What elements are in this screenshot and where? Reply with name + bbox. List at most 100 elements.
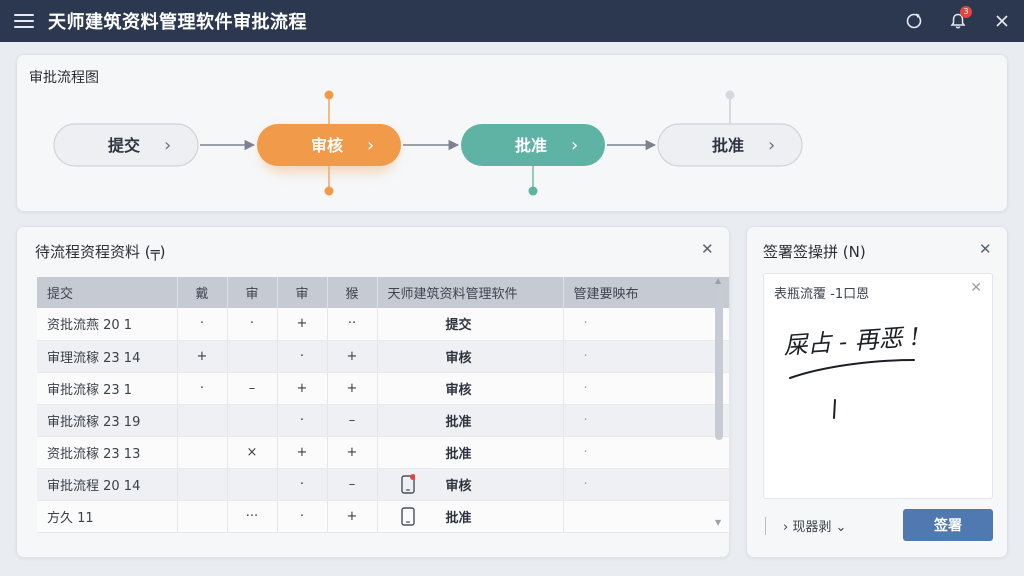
mark-cell: ·: [277, 468, 328, 501]
stage-label: 批准: [445, 414, 472, 430]
mark-cell: +: [277, 372, 328, 405]
mark-cell: ·: [177, 308, 228, 341]
table-scrollbar[interactable]: ▲ ▼: [713, 276, 725, 528]
document-name-cell: 审批流程 20 14: [37, 468, 178, 501]
column-header[interactable]: 猴: [327, 277, 378, 308]
column-header[interactable]: 审: [227, 277, 278, 308]
mark-cell: –: [327, 468, 378, 501]
notifications-button[interactable]: 3: [936, 0, 980, 42]
mark-cell: [227, 340, 278, 373]
flow-node-label: 提交: [108, 136, 140, 155]
notification-badge: 3: [960, 6, 972, 18]
table-row[interactable]: 资批流稼 23 13 × + + 批准 ·: [37, 436, 730, 469]
column-header[interactable]: 天师建筑资料管理软件: [377, 277, 564, 308]
flow-connector-dot: [324, 90, 334, 100]
app-title: 天师建筑资料管理软件审批流程: [48, 12, 307, 33]
mark-cell: ·: [277, 500, 328, 533]
status-cell: ·: [563, 404, 730, 437]
column-header[interactable]: 戴: [177, 277, 228, 308]
menu-icon[interactable]: [14, 14, 34, 28]
sign-button[interactable]: 签署: [903, 509, 993, 541]
mark-cell: [227, 468, 278, 501]
mark-cell: ·: [227, 308, 278, 341]
stage-label: 提交: [445, 318, 472, 334]
flow-node-label: 批准: [712, 136, 744, 155]
mark-cell: ·: [277, 340, 328, 373]
stage-label: 审核: [445, 478, 472, 494]
signature-panel: 签署签操拼 (N) ✕ 表瓶流覆 -1口恩 ✕ 屎占 - 再恶 ! › 现器剥 …: [746, 226, 1008, 558]
table-row[interactable]: 资批流燕 20 1 · · + ·· 提交 ·: [37, 308, 730, 341]
flow-connector-dot: [528, 186, 538, 196]
stage-label: 批准: [445, 510, 472, 526]
flow-connector-dot: [725, 90, 735, 100]
phone-alert-icon: [388, 474, 428, 494]
status-cell: ·: [563, 340, 730, 373]
stage-label: 审核: [445, 382, 472, 398]
table-row[interactable]: 方久 11 ··· · + 批准: [37, 500, 730, 533]
title-bar: 天师建筑资料管理软件审批流程 3: [0, 0, 1024, 42]
stage-label: 批准: [445, 446, 472, 462]
table-header-row: 提交戴审审猴天师建筑资料管理软件 管建要映布: [37, 277, 730, 308]
stage-cell: 批准: [377, 404, 564, 437]
scroll-down-icon[interactable]: ▼: [715, 518, 721, 527]
status-cell: ·: [563, 308, 730, 341]
window-close-button[interactable]: [980, 0, 1024, 42]
document-list-panel: 待流程资程资料 (╤) ✕ 提交戴审审猴天师建筑资料管理软件 管建要映布 资批流燕…: [16, 226, 730, 558]
mark-cell: ··: [327, 308, 378, 341]
flow-node-label: 批准: [515, 136, 547, 155]
chevron-right-icon: ›: [571, 135, 578, 156]
phone-icon: [388, 506, 428, 526]
signature-pad[interactable]: 表瓶流覆 -1口恩 ✕ 屎占 - 再恶 !: [763, 273, 993, 499]
mark-cell: +: [277, 308, 328, 341]
document-name-cell: 资批流稼 23 13: [37, 436, 178, 469]
column-header[interactable]: 管建要映布: [563, 277, 730, 308]
table-row[interactable]: 审理流稼 23 14 + · + 审核 ·: [37, 340, 730, 373]
document-panel-close-icon[interactable]: ✕: [701, 240, 714, 258]
mark-cell: [177, 436, 228, 469]
mark-cell: +: [327, 500, 378, 533]
flow-diagram: 提交 › 审核 › 批准 › 批准 ›: [53, 90, 803, 196]
status-cell: ·: [563, 436, 730, 469]
mark-cell: ···: [227, 500, 278, 533]
document-name-cell: 方久 11: [37, 500, 178, 533]
document-name-cell: 审批流稼 23 1: [37, 372, 178, 405]
chevron-right-icon: ›: [768, 135, 775, 156]
mark-cell: ·: [177, 372, 228, 405]
stage-cell: 审核: [377, 468, 564, 501]
document-name-cell: 审批流稼 23 19: [37, 404, 178, 437]
chevron-right-icon: ›: [164, 135, 171, 156]
signature-title: 签署签操拼 (N): [763, 243, 866, 261]
stage-cell: 审核: [377, 340, 564, 373]
document-list-title: 待流程资程资料 (╤): [35, 243, 166, 261]
mark-cell: +: [327, 340, 378, 373]
refresh-icon: [906, 13, 922, 29]
stage-cell: 批准: [377, 500, 564, 533]
mark-cell: ·: [277, 404, 328, 437]
scrollbar-thumb[interactable]: [715, 288, 723, 440]
status-cell: ·: [563, 468, 730, 501]
table-row[interactable]: 审批流稼 23 1 · – + + 审核 ·: [37, 372, 730, 405]
signature-panel-close-icon[interactable]: ✕: [979, 240, 992, 258]
flow-node-label: 审核: [311, 136, 343, 155]
scroll-up-icon[interactable]: ▲: [715, 276, 721, 285]
table-row[interactable]: 审批流程 20 14 · – 审核 ·: [37, 468, 730, 501]
signature-text: 屎占 - 再恶 !: [782, 323, 920, 360]
mark-cell: +: [327, 436, 378, 469]
table-row[interactable]: 审批流稼 23 19 · – 批准 ·: [37, 404, 730, 437]
signature-mode-dropdown[interactable]: › 现器剥 ⌄: [783, 516, 846, 535]
mark-cell: [177, 468, 228, 501]
close-icon: [996, 15, 1008, 27]
handwritten-signature: 屎占 - 再恶 !: [782, 323, 921, 419]
column-header[interactable]: 审: [277, 277, 328, 308]
flow-connector-dot: [324, 186, 334, 196]
status-cell: ·: [563, 372, 730, 405]
mark-cell: +: [327, 372, 378, 405]
mark-cell: [227, 404, 278, 437]
column-header[interactable]: 提交: [37, 277, 178, 308]
mark-cell: ×: [227, 436, 278, 469]
mark-cell: –: [327, 404, 378, 437]
stage-cell: 提交: [377, 308, 564, 341]
refresh-button[interactable]: [892, 0, 936, 42]
stage-cell: 批准: [377, 436, 564, 469]
chevron-right-icon: ›: [367, 135, 374, 156]
